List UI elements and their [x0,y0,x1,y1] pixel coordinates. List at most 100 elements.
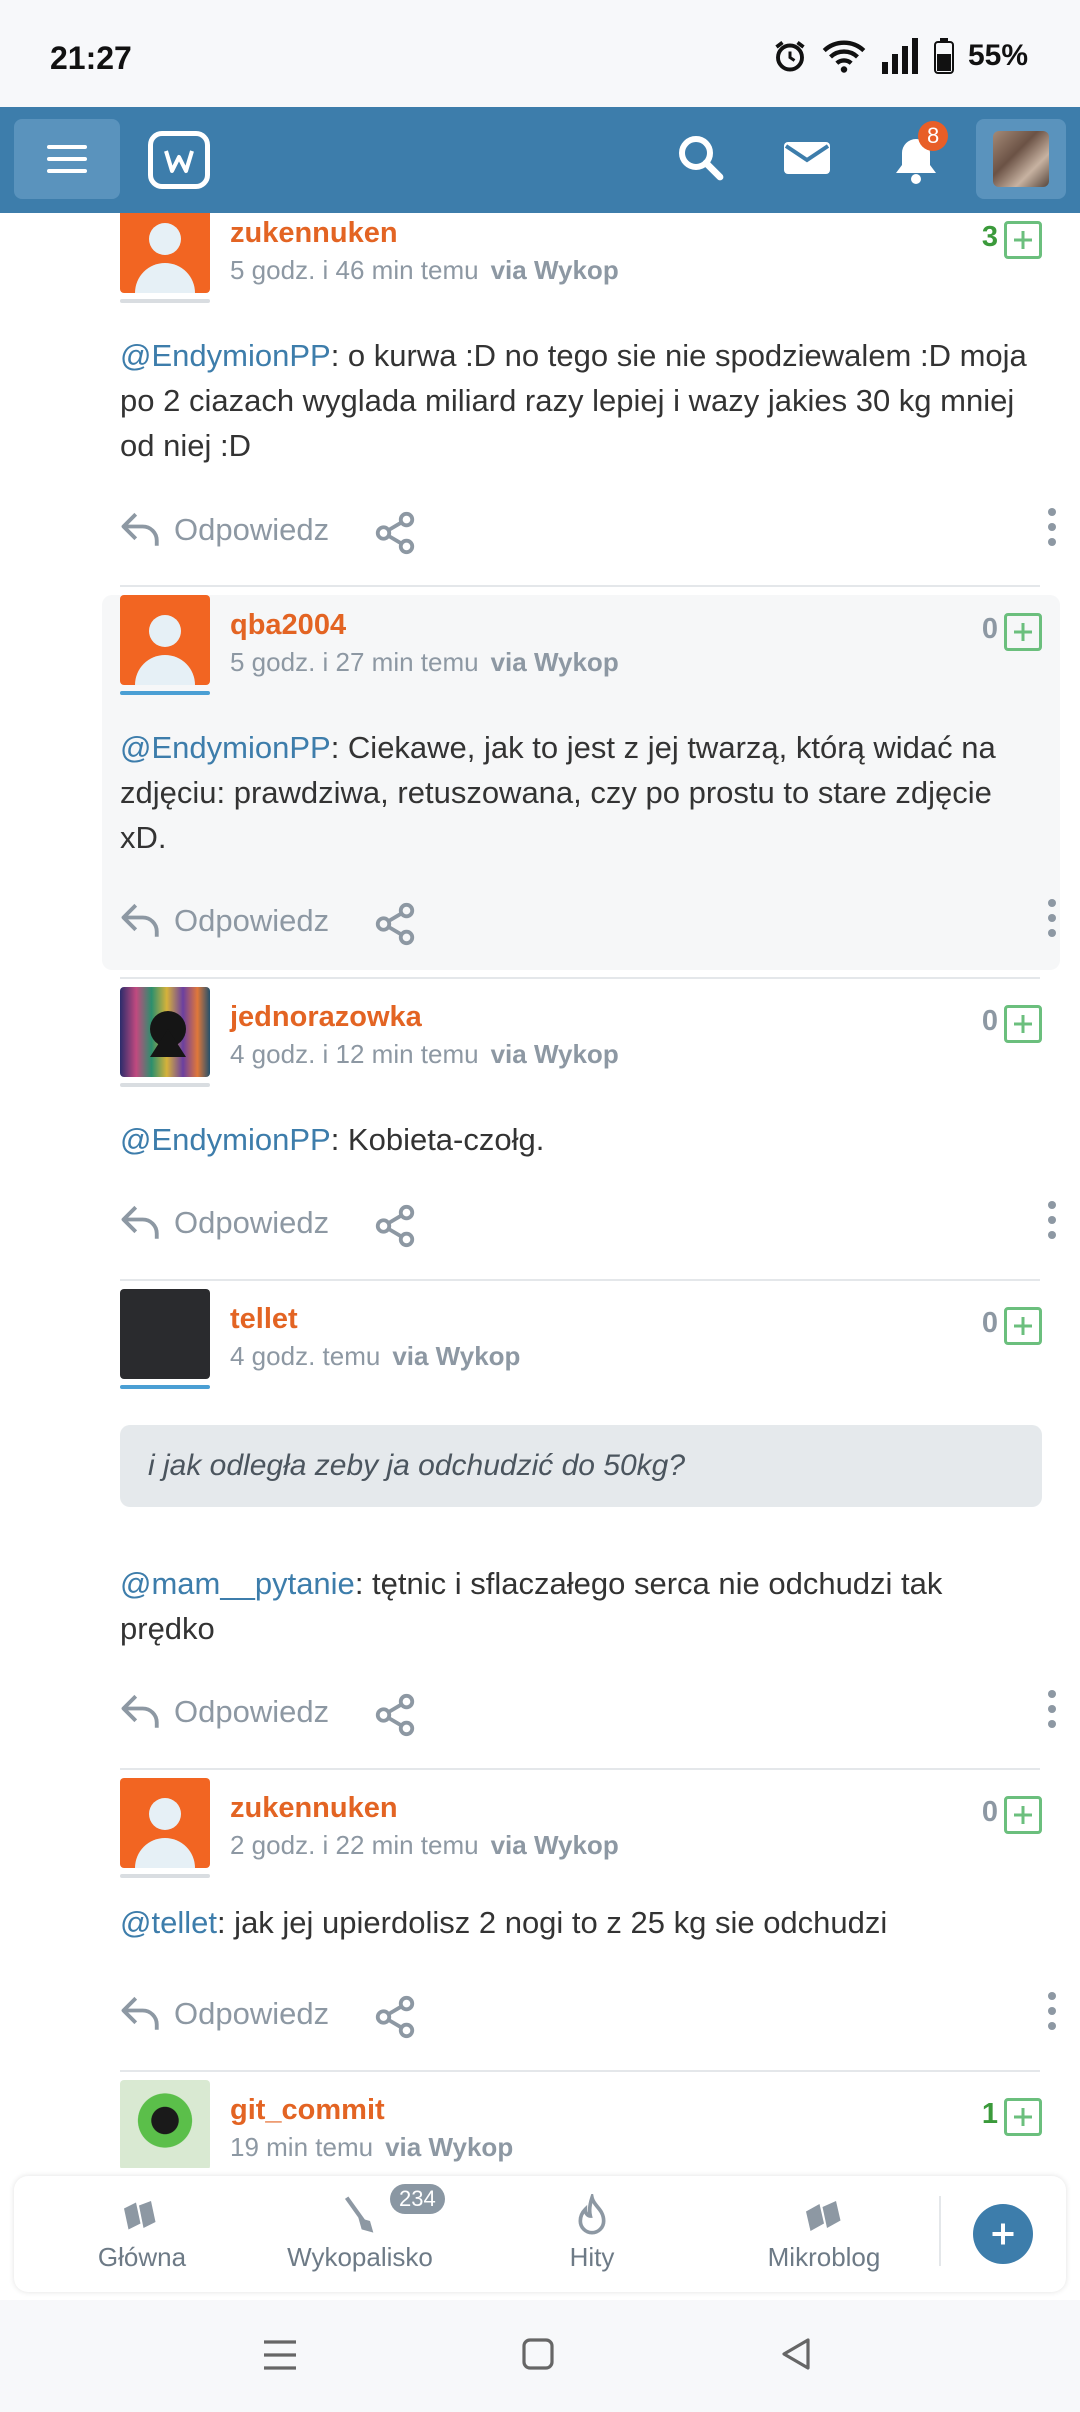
avatar[interactable] [120,2080,210,2168]
nav-item-hity[interactable]: Hity [492,2190,692,2273]
default-avatar-icon [135,1798,195,1868]
comment-actions: Odpowiedz [120,895,1058,951]
post-meta: 5 godz. i 27 min temu via Wykop [230,647,619,677]
reply-icon [121,1996,159,2030]
user-avatar-button[interactable] [976,119,1066,199]
recents-icon[interactable] [262,2338,298,2372]
system-navigation-bar [0,2300,1080,2412]
vote-count: 0 [981,1796,998,1828]
vote-count: 0 [981,1005,998,1037]
comment-body: @tellet: jak jej upierdolisz 2 nogi to z… [120,1905,888,1940]
mikroblog-icon [806,2201,841,2231]
username[interactable]: qba2004 [230,609,346,642]
search-icon[interactable] [676,131,724,187]
default-avatar-icon [135,615,195,685]
username[interactable]: git_commit [230,2094,385,2127]
reply-button[interactable]: Odpowiedz [120,1994,329,2034]
comment-actions: Odpowiedz [120,504,1058,560]
divider [120,2070,1040,2072]
nav-item-glowna[interactable]: Główna [42,2190,242,2273]
reply-icon [121,903,159,937]
vote-count: 3 [981,221,998,253]
avatar[interactable] [120,1778,210,1868]
alarm-icon [775,41,805,72]
username[interactable]: zukennuken [230,1792,398,1825]
post-meta: 2 godz. i 22 min temu via Wykop [230,1830,619,1860]
post-meta: 19 min temu via Wykop [230,2132,514,2162]
nav-label: Hity [569,2242,615,2272]
add-post-button[interactable] [973,2204,1033,2264]
avatar[interactable] [120,1289,210,1379]
wykopalisko-badge: 234 [390,2184,445,2214]
divider [120,585,1040,587]
username[interactable]: zukennuken [230,217,398,250]
status-icons: 55% [772,38,1028,74]
plus-icon [1014,1015,1032,1033]
share-icon[interactable] [372,1994,418,2040]
menu-button[interactable] [14,119,120,199]
username[interactable]: tellet [230,1303,298,1336]
comment-card: zukennuken 2 godz. i 22 min temu via Wyko… [102,1778,1060,1978]
reply-button[interactable]: Odpowiedz [120,1203,329,1243]
more-options-icon[interactable] [1048,1690,1056,1728]
nav-label: Mikroblog [767,2242,881,2272]
comment-body: @mam__pytanie: tętnic i sflaczałego serc… [120,1566,943,1646]
comment-body: @EndymionPP: o kurwa :D no tego sie nie … [120,338,1027,463]
share-icon[interactable] [372,1692,418,1738]
vote-plus-button[interactable] [1004,1796,1042,1834]
vote-plus-button[interactable] [1004,1307,1042,1345]
wifi-icon [822,40,866,73]
comment-card: zukennuken 5 godz. i 46 min temu via Wyko… [102,213,1060,463]
more-options-icon[interactable] [1048,1992,1056,2030]
nav-label: Główna [97,2242,187,2272]
reply-button[interactable]: Odpowiedz [120,1692,329,1732]
share-icon[interactable] [372,510,418,556]
vote-count: 0 [981,613,998,645]
comment-body: @EndymionPP: Ciekawe, jak to jest z jej … [120,730,996,855]
mail-icon[interactable] [782,137,832,179]
app-bar: 8 [0,107,1080,213]
reply-button[interactable]: Odpowiedz [120,901,329,941]
avatar[interactable] [120,987,210,1077]
bottom-navigation: Główna Wykopalisko 234 Hity Mikroblog [14,2176,1066,2292]
quote-block: i jak odległa zeby ja odchudzić do 50kg? [120,1425,1042,1507]
comment-card: jednorazowka 4 godz. i 12 min temu via Wy… [102,987,1060,1187]
username[interactable]: jednorazowka [230,1001,422,1034]
post-meta: 4 godz. temu via Wykop [230,1341,521,1371]
post-meta: 4 godz. i 12 min temu via Wykop [230,1039,619,1069]
reply-icon [121,1694,159,1728]
share-icon[interactable] [372,1203,418,1249]
plus-icon [1014,2108,1032,2126]
vote-count: 1 [981,2098,998,2130]
comment-actions: Odpowiedz [120,1988,1058,2044]
user-avatar [993,131,1049,187]
wykop-logo-icon [164,150,194,173]
vote-plus-button[interactable] [1004,2098,1042,2136]
comment-actions: Odpowiedz [120,1686,1058,1742]
battery-icon [933,38,954,74]
plus-icon [1014,231,1032,249]
back-icon[interactable] [778,2336,812,2372]
plus-icon [1014,1806,1032,1824]
status-time: 21:27 [50,40,132,76]
home-icon[interactable] [520,2336,556,2372]
nav-label: Wykopalisko [287,2242,433,2272]
comment-feed: zukennuken 5 godz. i 46 min temu via Wyko… [0,213,1080,2168]
wykop-logo[interactable] [148,131,210,189]
status-bar: 21:27 55% [0,0,1080,107]
vote-plus-button[interactable] [1004,221,1042,259]
reply-button[interactable]: Odpowiedz [120,510,329,550]
more-options-icon[interactable] [1048,899,1056,937]
hamburger-icon [47,145,87,149]
signal-icon [881,38,918,74]
nav-item-mikroblog[interactable]: Mikroblog [724,2190,924,2273]
more-options-icon[interactable] [1048,508,1056,546]
more-options-icon[interactable] [1048,1201,1056,1239]
share-icon[interactable] [372,901,418,947]
vote-plus-button[interactable] [1004,1005,1042,1043]
avatar[interactable] [120,595,210,685]
plus-icon [1014,1317,1032,1335]
divider [120,1768,1040,1770]
avatar[interactable] [120,213,210,293]
vote-plus-button[interactable] [1004,613,1042,651]
